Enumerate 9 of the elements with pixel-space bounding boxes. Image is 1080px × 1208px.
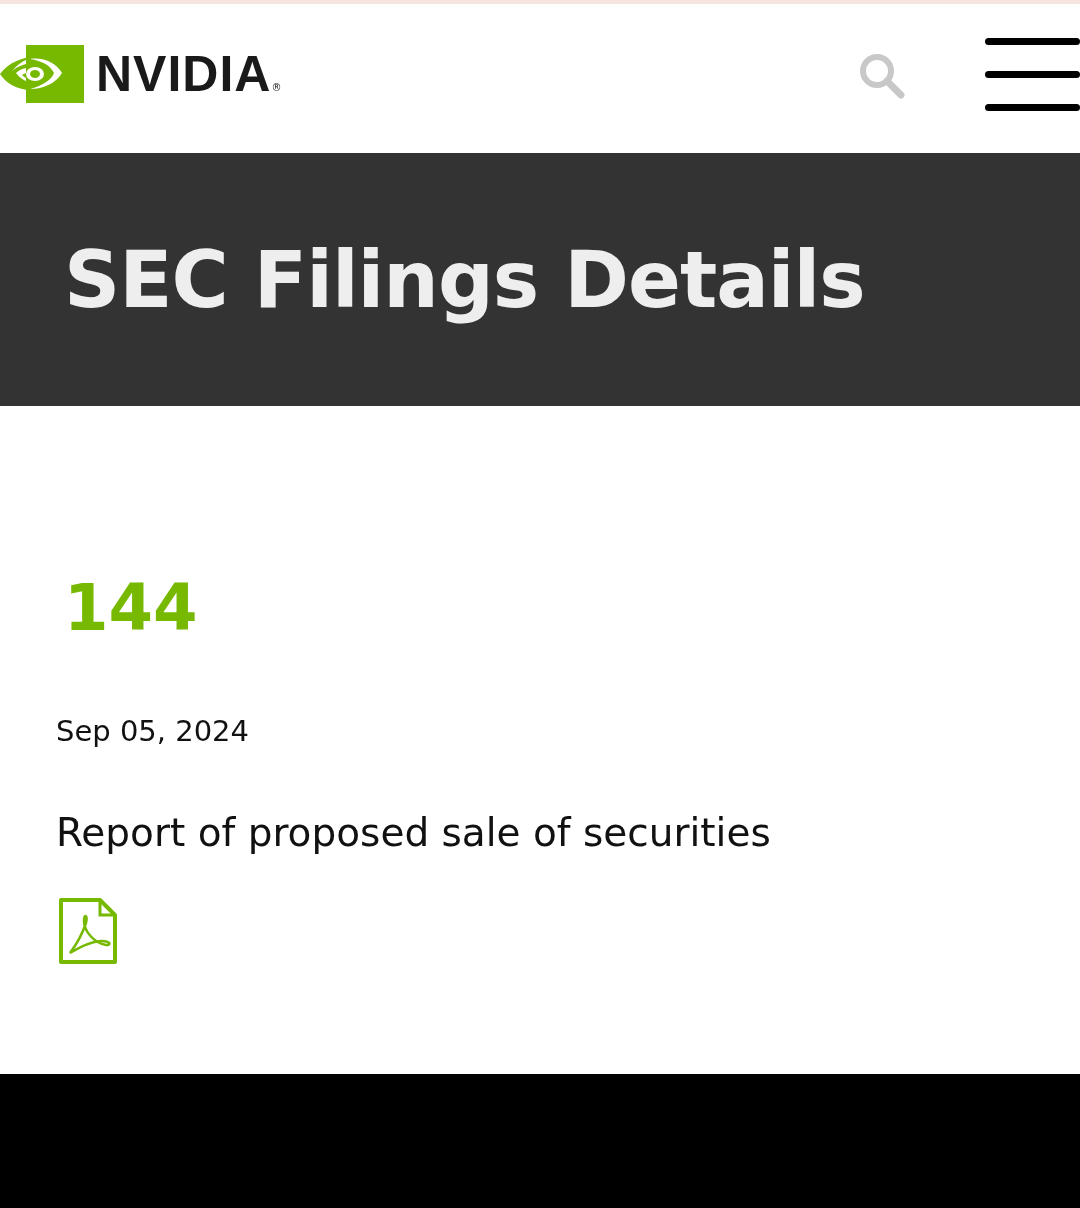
form-number: 144 — [64, 576, 198, 640]
filing-date: Sep 05, 2024 — [56, 714, 250, 748]
logo-wordmark: NVIDIA — [96, 44, 272, 103]
page-title: SEC Filings Details — [64, 234, 865, 325]
filing-description: Report of proposed sale of securities — [56, 810, 771, 855]
pdf-icon[interactable] — [58, 897, 118, 965]
menu-icon[interactable] — [985, 37, 1080, 112]
logo[interactable]: NVIDIA® — [0, 44, 282, 103]
registered-mark: ® — [271, 81, 282, 93]
